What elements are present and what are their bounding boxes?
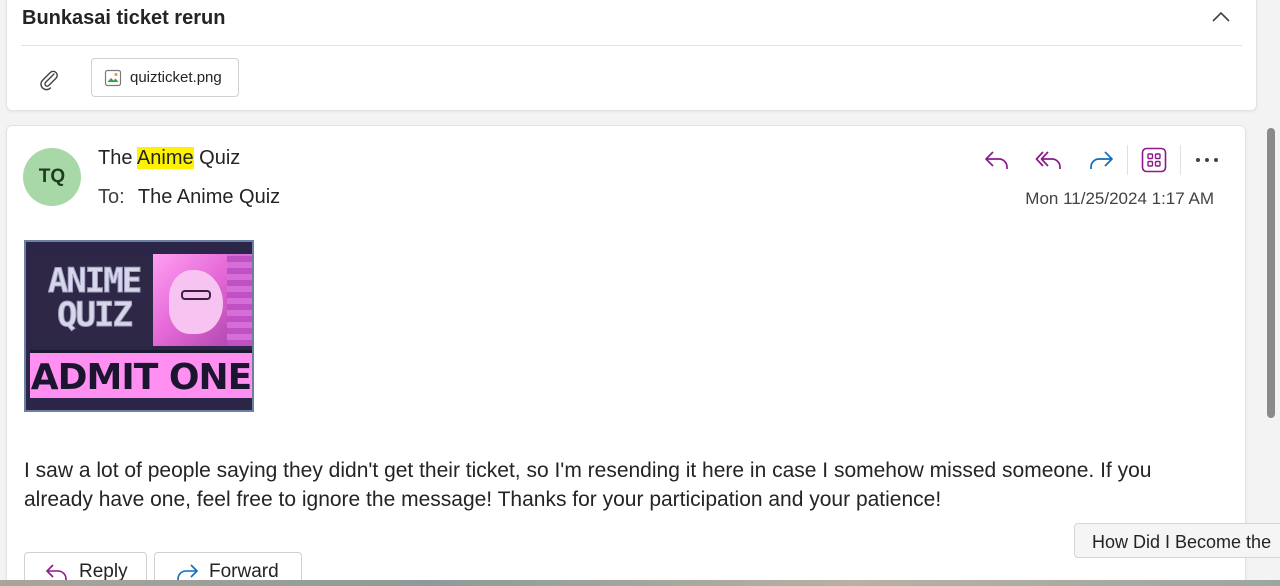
reply-icon [985, 151, 1008, 169]
artwork-stripes [227, 254, 252, 346]
message-date: Mon 11/25/2024 1:17 AM [1025, 189, 1214, 208]
apps-icon [1141, 147, 1167, 173]
ticket-title-line1: ANIME [47, 261, 142, 301]
apps-action-button[interactable] [1128, 144, 1180, 176]
reply-icon [45, 564, 67, 581]
sender-prefix: The [98, 147, 137, 169]
message-body: I saw a lot of people saying they didn't… [24, 459, 1152, 511]
reply-all-icon [1035, 151, 1061, 169]
reply-action-button[interactable] [971, 144, 1023, 176]
ticket-title-line2: QUIZ [57, 295, 134, 335]
image-file-icon [104, 69, 122, 86]
inline-ticket-image[interactable]: ANIME QUIZ ADMIT ONE [24, 240, 254, 412]
scrollbar-thumb[interactable] [1267, 128, 1275, 418]
sender-name[interactable]: The Anime Quiz [98, 147, 240, 170]
more-icon [1196, 158, 1218, 162]
artwork-glasses [181, 290, 211, 300]
attachment-name: quizticket.png [130, 69, 222, 86]
ticket-artwork [153, 254, 252, 346]
artwork-face [169, 270, 223, 334]
divider [21, 45, 1242, 46]
scrollbar[interactable] [1265, 128, 1277, 418]
sender-suffix: Quiz [193, 147, 241, 169]
desktop-strip [0, 580, 1280, 586]
ticket-band-text: ADMIT ONE [30, 357, 252, 398]
forward-icon [1090, 151, 1113, 169]
chevron-up-icon [1212, 11, 1230, 22]
more-actions-button[interactable] [1181, 144, 1233, 176]
paperclip-icon [40, 70, 58, 91]
recipient-name[interactable]: The Anime Quiz [138, 186, 280, 208]
forward-action-button[interactable] [1075, 144, 1127, 176]
reply-all-action-button[interactable] [1023, 144, 1075, 176]
thread-subject: Bunkasai ticket rerun [22, 7, 226, 29]
attachment-chip[interactable]: quizticket.png [91, 58, 239, 97]
search-highlight: Anime [136, 147, 194, 169]
tooltip: How Did I Become the [1074, 523, 1280, 558]
forward-icon [177, 564, 199, 581]
ticket-title: ANIME QUIZ [34, 261, 154, 335]
thread-header-card: Bunkasai ticket rerun quizticket.png [6, 0, 1257, 111]
collapse-thread-button[interactable] [1207, 5, 1235, 29]
recipient-line: To: The Anime Quiz [98, 186, 280, 209]
message-card: TQ The Anime Quiz To: The Anime Quiz Mon… [6, 125, 1246, 586]
to-label: To: [98, 186, 125, 208]
message-actions [971, 144, 1233, 176]
avatar[interactable]: TQ [23, 148, 81, 206]
ticket-band: ADMIT ONE [30, 350, 252, 398]
